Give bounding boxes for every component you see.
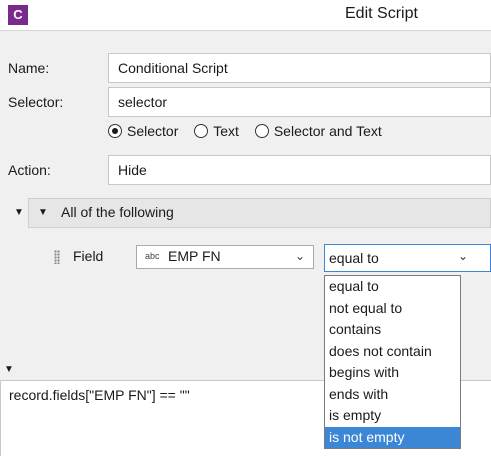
operator-dropdown-list: equal to not equal to contains does not … (324, 275, 461, 449)
group-caret-icon[interactable]: ▼ (38, 207, 48, 218)
operator-option[interactable]: not equal to (325, 298, 460, 320)
radio-text[interactable]: Text (194, 123, 239, 139)
operator-option[interactable]: equal to (325, 276, 460, 298)
radio-text-label: Text (213, 123, 239, 139)
collapse-caret-icon[interactable]: ▼ (14, 207, 24, 218)
radio-selector[interactable]: Selector (108, 123, 178, 139)
radio-selector-and-text-label: Selector and Text (273, 123, 382, 139)
operator-option[interactable]: begins with (325, 362, 460, 384)
radio-empty-icon (254, 124, 269, 138)
condition-group-header[interactable]: All of the following (28, 198, 491, 228)
operator-option[interactable]: ends with (325, 384, 460, 406)
operator-option[interactable]: contains (325, 319, 460, 341)
operator-select[interactable]: equal to ⌄ (324, 244, 491, 272)
app-icon: C (8, 5, 28, 25)
drag-handle-icon[interactable] (54, 250, 60, 264)
text-type-icon: abc (145, 251, 160, 261)
script-text: record.fields["EMP FN"] == "" (9, 387, 190, 403)
radio-selector-label: Selector (127, 123, 179, 139)
radio-empty-icon (194, 124, 209, 138)
selector-label: Selector: (8, 94, 64, 110)
field-select-value: EMP FN (168, 248, 221, 264)
radio-selector-and-text[interactable]: Selector and Text (254, 123, 382, 139)
name-label: Name: (8, 60, 50, 76)
operator-select-value: equal to (329, 250, 379, 266)
window-title: Edit Script (345, 5, 418, 22)
radio-selected-icon (108, 124, 122, 138)
action-label: Action: (8, 162, 51, 178)
chevron-down-icon: ⌄ (294, 249, 305, 263)
field-select[interactable]: abc EMP FN ⌄ (136, 245, 314, 269)
chevron-down-icon: ⌄ (457, 249, 468, 263)
name-input[interactable]: Conditional Script (108, 53, 491, 83)
selector-input[interactable]: selector (108, 87, 491, 117)
title-divider (0, 30, 491, 31)
operator-option[interactable]: does not contain (325, 341, 460, 363)
title-bar: C Edit Script (0, 0, 491, 30)
selector-mode-radio-group: Selector Text Selector and Text (108, 123, 491, 147)
condition-group-label: All of the following (61, 204, 174, 220)
operator-option-highlighted[interactable]: is not empty (325, 426, 460, 448)
condition-field-label: Field (73, 248, 104, 264)
operator-option[interactable]: is empty (325, 405, 460, 427)
action-input[interactable]: Hide (108, 155, 491, 185)
script-caret-icon[interactable]: ▼ (4, 364, 14, 375)
